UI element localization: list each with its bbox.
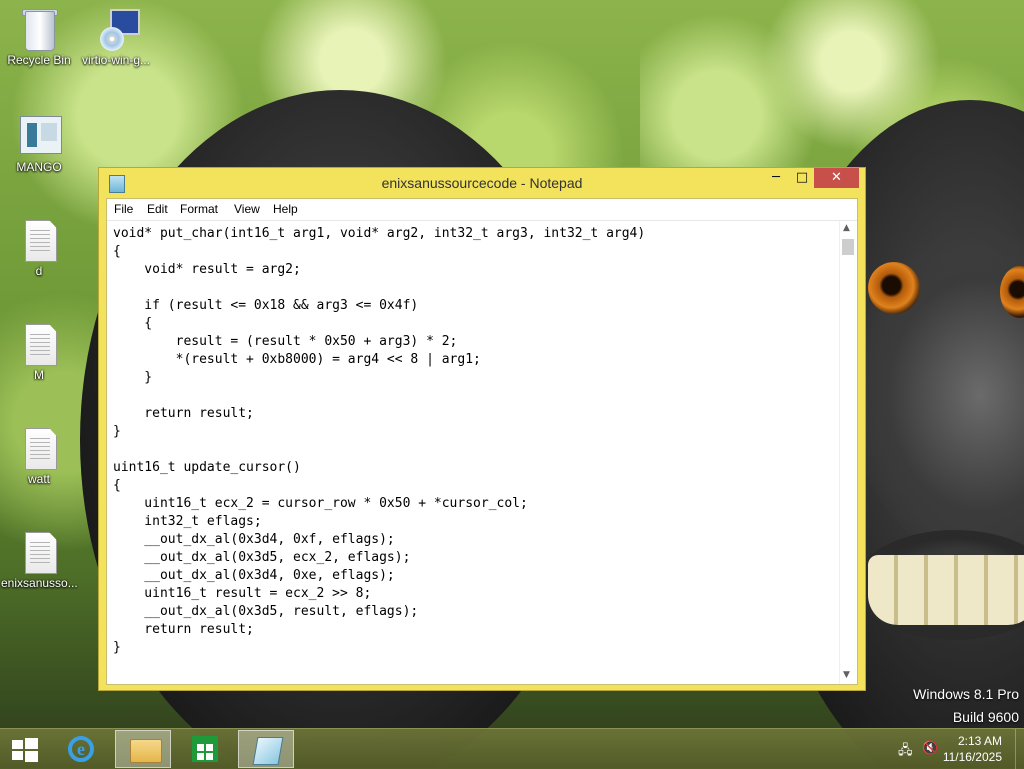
- taskbar: e 🖧 🔇 2:13 AM 11/16/2025: [0, 728, 1024, 769]
- maximize-button[interactable]: □: [789, 168, 815, 188]
- vertical-scrollbar[interactable]: ▲ ▼: [839, 221, 857, 684]
- text-document-icon: [17, 530, 61, 574]
- notepad-client-area: File Edit Format View Help void* put_cha…: [106, 198, 858, 685]
- text-editor[interactable]: void* put_char(int16_t arg1, void* arg2,…: [107, 221, 841, 684]
- recycle-bin-icon: [17, 7, 61, 51]
- installer-icon: [94, 7, 140, 51]
- clock-time: 2:13 AM: [957, 734, 1002, 748]
- folder-icon: [130, 739, 162, 763]
- text-document-icon: [17, 218, 61, 262]
- store-icon: [192, 736, 218, 762]
- start-button[interactable]: [0, 729, 50, 769]
- text-document-icon: [17, 426, 61, 470]
- desktop-icon-mango[interactable]: MANGO: [1, 114, 77, 174]
- scrollbar-thumb[interactable]: [842, 239, 854, 255]
- desktop-icon-label: MANGO: [16, 160, 62, 174]
- menu-bar: File Edit Format View Help: [107, 199, 857, 221]
- window-title: enixsanussourcecode - Notepad: [381, 175, 583, 191]
- desktop-icon-enixsanussourcecode[interactable]: enixsanusso...: [1, 530, 78, 590]
- desktop-icon-label: enixsanusso...: [1, 576, 78, 590]
- menu-file[interactable]: File: [114, 202, 133, 216]
- clock-date: 11/16/2025: [942, 750, 1002, 764]
- windows-build-watermark: Build 9600: [952, 709, 1019, 725]
- desktop-icon-d[interactable]: d: [1, 218, 77, 278]
- scroll-up-icon[interactable]: ▲: [843, 223, 850, 233]
- desktop-icon-m[interactable]: M: [1, 322, 77, 382]
- desktop-icon-watt[interactable]: watt: [1, 426, 77, 486]
- desktop-icon-recycle-bin[interactable]: Recycle Bin: [1, 7, 77, 67]
- volume-muted-icon[interactable]: 🔇: [922, 741, 938, 756]
- desktop-icon-label: virtio-win-g...: [81, 53, 150, 67]
- notepad-window: enixsanussourcecode - Notepad ─ □ ✕ File…: [98, 167, 866, 691]
- menu-help[interactable]: Help: [273, 202, 298, 216]
- show-desktop-button[interactable]: [1015, 729, 1024, 769]
- close-button[interactable]: ✕: [814, 168, 859, 188]
- desktop-icon-virtio-installer[interactable]: virtio-win-g...: [78, 7, 154, 67]
- windows-logo-icon: [12, 738, 38, 762]
- mango-app-icon: [17, 114, 62, 158]
- taskbar-store[interactable]: [176, 730, 232, 768]
- minimize-button[interactable]: ─: [763, 168, 789, 188]
- menu-edit[interactable]: Edit: [147, 202, 168, 216]
- menu-view[interactable]: View: [234, 202, 260, 216]
- taskbar-internet-explorer[interactable]: e: [52, 730, 108, 768]
- desktop-icon-label: watt: [27, 472, 50, 486]
- text-document-icon: [17, 322, 61, 366]
- window-titlebar[interactable]: enixsanussourcecode - Notepad ─ □ ✕: [99, 168, 865, 198]
- windows-edition-watermark: Windows 8.1 Pro: [913, 686, 1019, 702]
- internet-explorer-icon: e: [68, 736, 94, 762]
- notepad-icon: [252, 737, 284, 765]
- desktop-icon-label: d: [35, 264, 43, 278]
- taskbar-notepad[interactable]: [238, 730, 294, 768]
- menu-format[interactable]: Format: [180, 202, 218, 216]
- editor-content[interactable]: void* put_char(int16_t arg1, void* arg2,…: [107, 221, 841, 657]
- system-clock[interactable]: 2:13 AM 11/16/2025: [943, 733, 1002, 765]
- desktop-icon-label: M: [34, 368, 44, 382]
- scroll-down-icon[interactable]: ▼: [843, 670, 850, 680]
- desktop-icon-label: Recycle Bin: [7, 53, 71, 67]
- taskbar-file-explorer[interactable]: [115, 730, 171, 768]
- network-icon[interactable]: 🖧: [898, 741, 913, 763]
